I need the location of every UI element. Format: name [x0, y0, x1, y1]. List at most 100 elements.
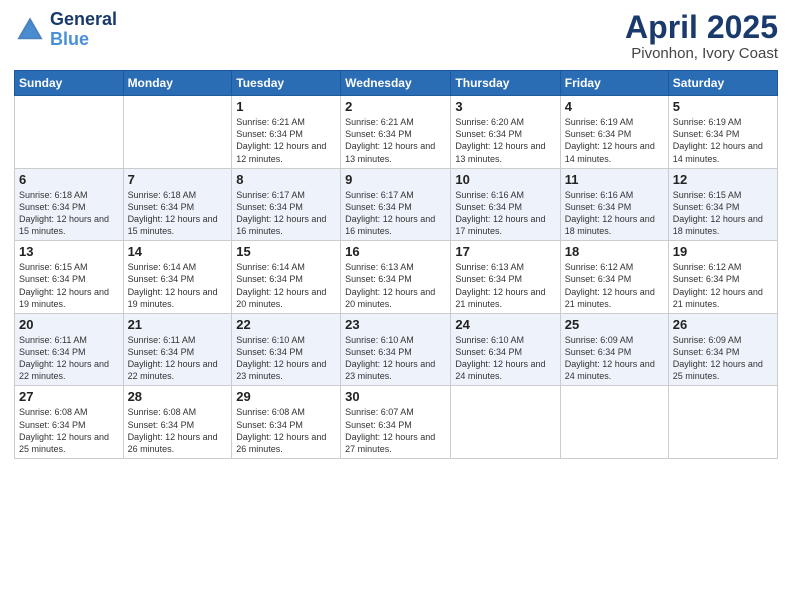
calendar-week-row: 13 Sunrise: 6:15 AMSunset: 6:34 PMDayligh…: [15, 241, 778, 314]
day-detail: Sunrise: 6:21 AMSunset: 6:34 PMDaylight:…: [236, 116, 336, 165]
day-number: 6: [19, 172, 119, 187]
day-number: 7: [128, 172, 228, 187]
table-row: 13 Sunrise: 6:15 AMSunset: 6:34 PMDayligh…: [15, 241, 124, 314]
day-detail: Sunrise: 6:09 AMSunset: 6:34 PMDaylight:…: [673, 334, 773, 383]
day-detail: Sunrise: 6:08 AMSunset: 6:34 PMDaylight:…: [19, 406, 119, 455]
day-detail: Sunrise: 6:19 AMSunset: 6:34 PMDaylight:…: [565, 116, 664, 165]
table-row: 1 Sunrise: 6:21 AMSunset: 6:34 PMDaylight…: [232, 96, 341, 169]
day-detail: Sunrise: 6:14 AMSunset: 6:34 PMDaylight:…: [236, 261, 336, 310]
day-detail: Sunrise: 6:13 AMSunset: 6:34 PMDaylight:…: [455, 261, 555, 310]
day-detail: Sunrise: 6:09 AMSunset: 6:34 PMDaylight:…: [565, 334, 664, 383]
table-row: 9Sunrise: 6:17 AMSunset: 6:34 PMDaylight…: [341, 168, 451, 241]
day-number: 10: [455, 172, 555, 187]
table-row: 16Sunrise: 6:13 AMSunset: 6:34 PMDayligh…: [341, 241, 451, 314]
title-block: April 2025 Pivonhon, Ivory Coast: [625, 10, 778, 62]
calendar-week-row: 27 Sunrise: 6:08 AMSunset: 6:34 PMDayligh…: [15, 386, 778, 459]
day-detail: Sunrise: 6:10 AMSunset: 6:34 PMDaylight:…: [345, 334, 446, 383]
day-number: 29: [236, 389, 336, 404]
col-monday: Monday: [123, 71, 232, 96]
col-sunday: Sunday: [15, 71, 124, 96]
day-detail: Sunrise: 6:18 AMSunset: 6:34 PMDaylight:…: [19, 189, 119, 238]
day-number: 26: [673, 317, 773, 332]
table-row: 23 Sunrise: 6:10 AMSunset: 6:34 PMDayligh…: [341, 313, 451, 386]
day-detail: Sunrise: 6:15 AMSunset: 6:34 PMDaylight:…: [19, 261, 119, 310]
day-number: 3: [455, 99, 555, 114]
day-detail: Sunrise: 6:19 AMSunset: 6:34 PMDaylight:…: [673, 116, 773, 165]
day-number: 25: [565, 317, 664, 332]
day-number: 13: [19, 244, 119, 259]
calendar-table: Sunday Monday Tuesday Wednesday Thursday…: [14, 70, 778, 459]
day-number: 14: [128, 244, 228, 259]
day-number: 27: [19, 389, 119, 404]
calendar-body: 1 Sunrise: 6:21 AMSunset: 6:34 PMDaylight…: [15, 96, 778, 459]
day-number: 23: [345, 317, 446, 332]
day-detail: Sunrise: 6:10 AMSunset: 6:34 PMDaylight:…: [455, 334, 555, 383]
day-detail: Sunrise: 6:08 AMSunset: 6:34 PMDaylight:…: [128, 406, 228, 455]
day-detail: Sunrise: 6:21 AMSunset: 6:34 PMDaylight:…: [345, 116, 446, 165]
day-number: 4: [565, 99, 664, 114]
day-number: 16: [345, 244, 446, 259]
day-number: 1: [236, 99, 336, 114]
day-number: 11: [565, 172, 664, 187]
calendar-week-row: 1 Sunrise: 6:21 AMSunset: 6:34 PMDaylight…: [15, 96, 778, 169]
table-row: 27 Sunrise: 6:08 AMSunset: 6:34 PMDayligh…: [15, 386, 124, 459]
table-row: 2Sunrise: 6:21 AMSunset: 6:34 PMDaylight…: [341, 96, 451, 169]
table-row: 12 Sunrise: 6:15 AMSunset: 6:34 PMDayligh…: [668, 168, 777, 241]
logo: General Blue: [14, 10, 117, 50]
col-tuesday: Tuesday: [232, 71, 341, 96]
table-row: 26 Sunrise: 6:09 AMSunset: 6:34 PMDayligh…: [668, 313, 777, 386]
table-row: 17 Sunrise: 6:13 AMSunset: 6:34 PMDayligh…: [451, 241, 560, 314]
calendar-header-row: Sunday Monday Tuesday Wednesday Thursday…: [15, 71, 778, 96]
day-number: 8: [236, 172, 336, 187]
col-wednesday: Wednesday: [341, 71, 451, 96]
table-row: 29Sunrise: 6:08 AMSunset: 6:34 PMDayligh…: [232, 386, 341, 459]
table-row: [560, 386, 668, 459]
day-detail: Sunrise: 6:10 AMSunset: 6:34 PMDaylight:…: [236, 334, 336, 383]
logo-icon: [14, 14, 46, 46]
day-number: 22: [236, 317, 336, 332]
logo-line2: Blue: [50, 30, 117, 50]
col-thursday: Thursday: [451, 71, 560, 96]
day-detail: Sunrise: 6:14 AMSunset: 6:34 PMDaylight:…: [128, 261, 228, 310]
table-row: 24Sunrise: 6:10 AMSunset: 6:34 PMDayligh…: [451, 313, 560, 386]
table-row: 10 Sunrise: 6:16 AMSunset: 6:34 PMDayligh…: [451, 168, 560, 241]
day-detail: Sunrise: 6:11 AMSunset: 6:34 PMDaylight:…: [128, 334, 228, 383]
day-number: 15: [236, 244, 336, 259]
day-detail: Sunrise: 6:07 AMSunset: 6:34 PMDaylight:…: [345, 406, 446, 455]
table-row: 21 Sunrise: 6:11 AMSunset: 6:34 PMDayligh…: [123, 313, 232, 386]
table-row: 7 Sunrise: 6:18 AMSunset: 6:34 PMDaylight…: [123, 168, 232, 241]
table-row: 8 Sunrise: 6:17 AMSunset: 6:34 PMDaylight…: [232, 168, 341, 241]
day-detail: Sunrise: 6:16 AMSunset: 6:34 PMDaylight:…: [455, 189, 555, 238]
table-row: 18Sunrise: 6:12 AMSunset: 6:34 PMDayligh…: [560, 241, 668, 314]
table-row: [123, 96, 232, 169]
table-row: 22 Sunrise: 6:10 AMSunset: 6:34 PMDayligh…: [232, 313, 341, 386]
calendar-title: April 2025: [625, 10, 778, 45]
day-detail: Sunrise: 6:15 AMSunset: 6:34 PMDaylight:…: [673, 189, 773, 238]
table-row: [451, 386, 560, 459]
day-number: 30: [345, 389, 446, 404]
table-row: 4 Sunrise: 6:19 AMSunset: 6:34 PMDaylight…: [560, 96, 668, 169]
day-number: 19: [673, 244, 773, 259]
table-row: 14 Sunrise: 6:14 AMSunset: 6:34 PMDayligh…: [123, 241, 232, 314]
page: General Blue April 2025 Pivonhon, Ivory …: [0, 0, 792, 612]
day-number: 18: [565, 244, 664, 259]
header: General Blue April 2025 Pivonhon, Ivory …: [14, 10, 778, 62]
day-detail: Sunrise: 6:11 AMSunset: 6:34 PMDaylight:…: [19, 334, 119, 383]
day-number: 9: [345, 172, 446, 187]
table-row: 6 Sunrise: 6:18 AMSunset: 6:34 PMDaylight…: [15, 168, 124, 241]
day-number: 28: [128, 389, 228, 404]
day-detail: Sunrise: 6:17 AMSunset: 6:34 PMDaylight:…: [236, 189, 336, 238]
col-friday: Friday: [560, 71, 668, 96]
day-number: 12: [673, 172, 773, 187]
table-row: 25 Sunrise: 6:09 AMSunset: 6:34 PMDayligh…: [560, 313, 668, 386]
day-detail: Sunrise: 6:12 AMSunset: 6:34 PMDaylight:…: [673, 261, 773, 310]
calendar-week-row: 20 Sunrise: 6:11 AMSunset: 6:34 PMDayligh…: [15, 313, 778, 386]
calendar-week-row: 6 Sunrise: 6:18 AMSunset: 6:34 PMDaylight…: [15, 168, 778, 241]
logo-line1: General: [50, 10, 117, 30]
day-number: 17: [455, 244, 555, 259]
day-detail: Sunrise: 6:20 AMSunset: 6:34 PMDaylight:…: [455, 116, 555, 165]
day-detail: Sunrise: 6:18 AMSunset: 6:34 PMDaylight:…: [128, 189, 228, 238]
day-number: 20: [19, 317, 119, 332]
day-number: 21: [128, 317, 228, 332]
day-number: 5: [673, 99, 773, 114]
